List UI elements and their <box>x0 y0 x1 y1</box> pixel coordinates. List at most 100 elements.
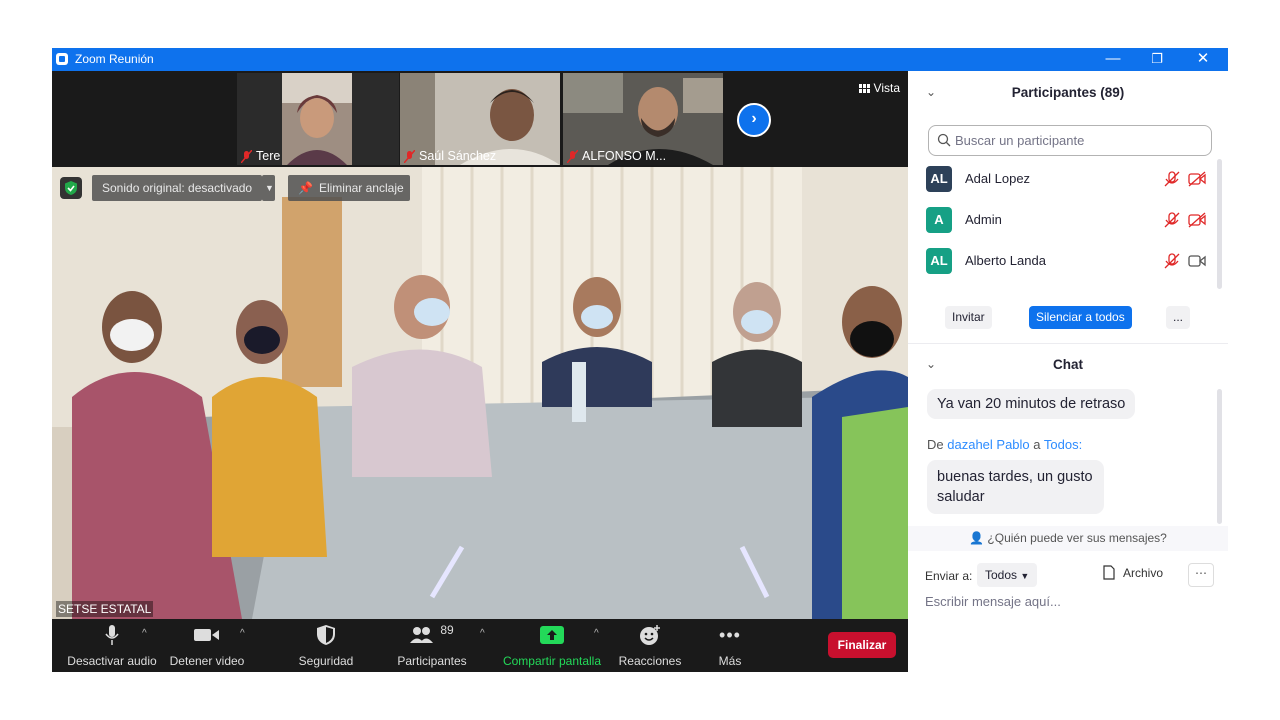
shield-icon <box>317 625 335 645</box>
security-button[interactable]: Seguridad <box>292 623 360 668</box>
participant-name: Admin <box>965 212 1002 227</box>
next-page-button[interactable]: › <box>737 103 771 137</box>
conference-room-video <box>52 167 908 619</box>
share-screen-button[interactable]: Compartir pantalla <box>502 623 602 668</box>
send-to-label: Enviar a: <box>925 569 973 583</box>
thumbnail-label: ALFONSO M... <box>566 149 667 163</box>
audio-options-caret[interactable]: ^ <box>142 628 147 639</box>
chevron-right-icon: › <box>751 110 757 127</box>
thumbnail-label: Saúl Sánchez <box>403 149 497 163</box>
chat-sender-line: De dazahel Pablo a Todos: <box>927 437 1082 452</box>
participants-title: Participantes (89) <box>1011 85 1125 100</box>
participant-name: Tere <box>256 149 281 163</box>
mute-button[interactable]: Desactivar audio <box>62 623 162 668</box>
who-can-see-link[interactable]: 👤 ¿Quién puede ver sus mensajes? <box>908 526 1228 551</box>
zoom-window: Zoom Reunión — ❐ ✕ Tere Saúl Sánchez ALF… <box>52 48 1228 672</box>
view-button[interactable]: Vista <box>858 81 900 95</box>
participants-scrollbar[interactable] <box>1217 159 1222 289</box>
more-label: Más <box>718 654 742 668</box>
emoji-add-icon <box>640 625 660 645</box>
send-to-value: Todos <box>985 568 1018 582</box>
avatar: A <box>926 207 952 233</box>
security-shield-icon[interactable] <box>60 177 82 199</box>
invite-button[interactable]: Invitar <box>945 306 992 329</box>
main-video[interactable]: Sonido original: desactivado ▼ 📌 Elimina… <box>52 167 908 619</box>
chat-header: ⌄ Chat <box>908 343 1228 387</box>
chat-scrollbar[interactable] <box>1217 389 1222 524</box>
video-options-caret[interactable]: ^ <box>240 628 245 639</box>
view-label: Vista <box>873 81 900 95</box>
caret-down-icon: ▼ <box>265 183 274 193</box>
title-bar: Zoom Reunión — ❐ ✕ <box>52 48 1228 71</box>
participant-row[interactable]: AL Adal Lopez <box>926 166 1206 192</box>
mute-all-button[interactable]: Silenciar a todos <box>1029 306 1132 329</box>
unpin-label: Eliminar anclaje <box>318 181 404 195</box>
file-button[interactable]: Archivo <box>1103 565 1163 580</box>
video-thumbnail-saul[interactable]: Saúl Sánchez <box>400 73 560 165</box>
close-button[interactable]: ✕ <box>1180 48 1226 71</box>
restore-button[interactable]: ❐ <box>1134 48 1180 71</box>
video-name-tag: SETSE ESTATAL <box>56 601 154 617</box>
window-title: Zoom Reunión <box>75 52 154 66</box>
message-line: saludar <box>937 489 985 505</box>
minimize-button[interactable]: — <box>1090 48 1136 71</box>
chevron-down-icon: ▼ <box>1020 571 1030 581</box>
who-can-see-label: ¿Quién puede ver sus mensajes? <box>987 531 1167 545</box>
mic-off-icon <box>403 149 416 163</box>
participants-count: 89 <box>440 623 454 637</box>
participant-search-input[interactable]: Buscar un participante <box>928 125 1212 156</box>
reactions-button[interactable]: Reacciones <box>618 623 682 668</box>
pin-icon: 📌 <box>298 181 313 195</box>
participant-row[interactable]: AL Alberto Landa <box>926 248 1206 274</box>
video-thumbnail-tere[interactable]: Tere <box>237 73 399 165</box>
video-off-icon <box>1188 212 1206 228</box>
stop-video-button[interactable]: Detener video <box>167 623 247 668</box>
mute-label: Desactivar audio <box>67 654 157 668</box>
unpin-button[interactable]: 📌 Eliminar anclaje <box>288 175 410 201</box>
participants-options-caret[interactable]: ^ <box>480 628 485 639</box>
participants-header: ⌄ Participantes (89) <box>908 71 1228 115</box>
chat-message-input[interactable]: Escribir mensaje aquí... <box>925 594 1061 609</box>
thumbnail-label: Tere <box>240 149 281 163</box>
original-sound-button[interactable]: Sonido original: desactivado <box>92 175 263 201</box>
chat-more-button[interactable]: ⋯ <box>1188 563 1214 587</box>
share-screen-icon <box>540 626 564 644</box>
chat-message: Ya van 20 minutos de retraso <box>927 389 1136 419</box>
mic-off-icon <box>1164 253 1180 269</box>
more-button[interactable]: ••• Más <box>708 623 752 669</box>
send-to-row: Enviar a: Todos ▼ Archivo ⋯ <box>925 563 1215 589</box>
participant-name: ALFONSO M... <box>582 149 667 163</box>
participants-label: Participantes <box>397 654 467 668</box>
participants-button[interactable]: 89 Participantes <box>392 623 472 668</box>
participant-name: Saúl Sánchez <box>419 149 497 163</box>
stop-video-label: Detener video <box>169 654 245 668</box>
video-camera-icon <box>1188 255 1206 267</box>
file-icon <box>1103 565 1115 580</box>
security-label: Seguridad <box>298 654 354 668</box>
video-camera-icon <box>194 629 219 641</box>
meeting-area: Tere Saúl Sánchez ALFONSO M... › Vista S… <box>52 71 908 672</box>
avatar: AL <box>926 166 952 192</box>
video-thumbnail-alfonso[interactable]: ALFONSO M... <box>563 73 723 165</box>
share-options-caret[interactable]: ^ <box>594 628 599 639</box>
more-options-button[interactable]: ... <box>1166 306 1191 329</box>
share-screen-label: Compartir pantalla <box>502 654 602 668</box>
participant-name: Alberto Landa <box>965 253 1046 268</box>
side-panel: ⌄ Participantes (89) Buscar un participa… <box>908 71 1228 672</box>
original-sound-dropdown[interactable]: ▼ <box>262 175 275 201</box>
zoom-app-icon <box>56 53 68 65</box>
video-off-icon <box>1188 171 1206 187</box>
participant-row[interactable]: A Admin <box>926 207 1206 233</box>
video-strip: Tere Saúl Sánchez ALFONSO M... › Vista <box>52 71 908 167</box>
chat-title: Chat <box>1053 357 1083 372</box>
microphone-icon <box>105 625 119 645</box>
mic-off-icon <box>1164 212 1180 228</box>
end-meeting-button[interactable]: Finalizar <box>828 632 896 658</box>
send-to-dropdown[interactable]: Todos ▼ <box>977 563 1038 587</box>
to-word: a <box>1033 437 1041 452</box>
avatar: AL <box>926 248 952 274</box>
mic-off-icon <box>1164 171 1180 187</box>
sender-name[interactable]: dazahel Pablo <box>947 437 1029 452</box>
reactions-label: Reacciones <box>618 654 682 668</box>
more-dots-icon: ••• <box>719 624 741 645</box>
